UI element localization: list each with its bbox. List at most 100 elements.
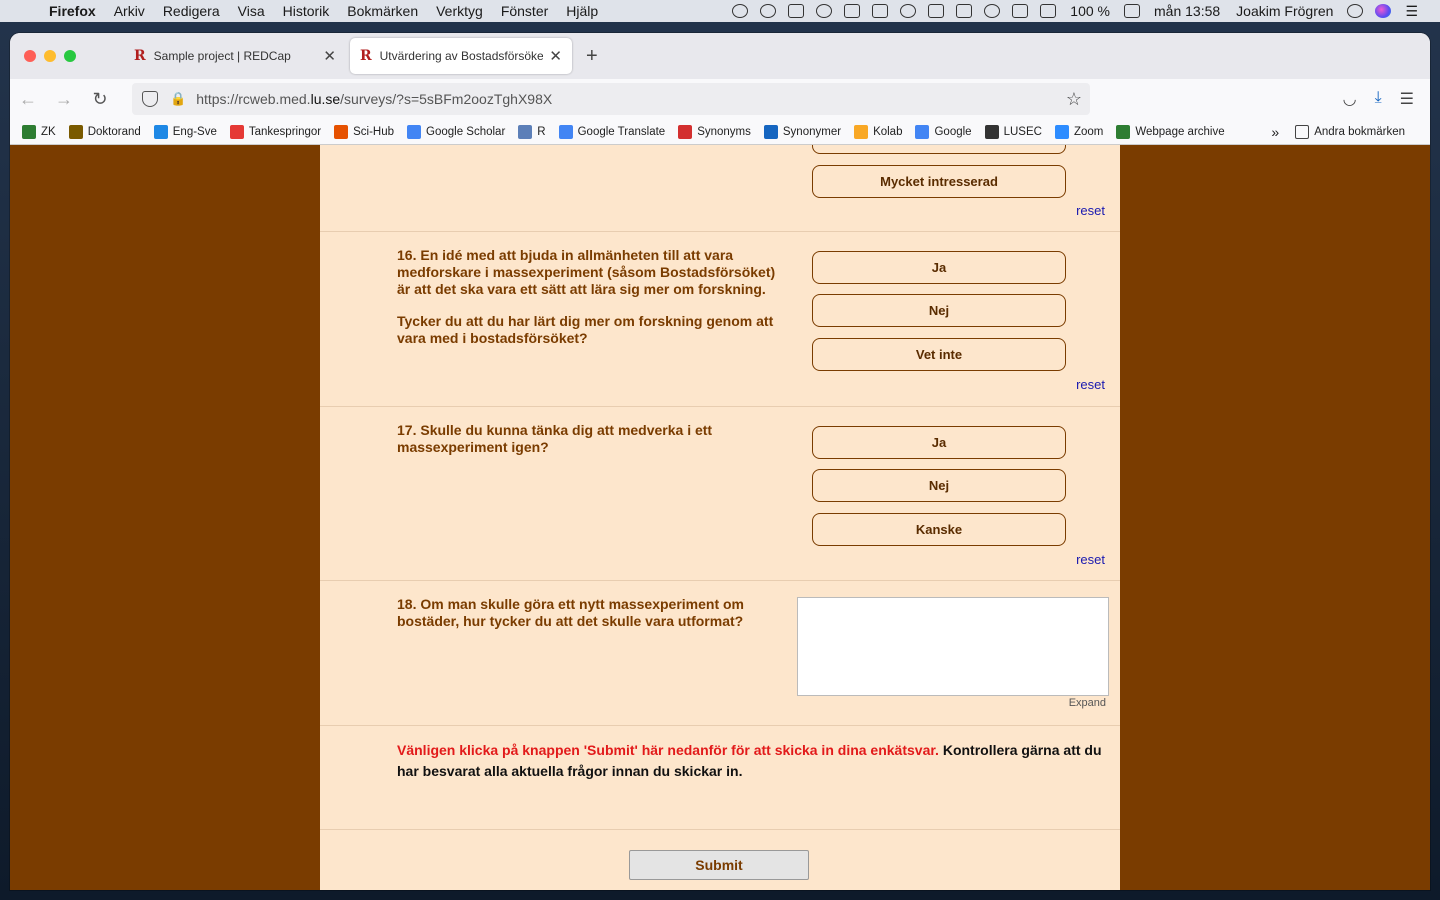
url-bar[interactable]: 🔒 https://rcweb.med.lu.se/surveys/?s=5sB…: [132, 83, 1090, 115]
url-text[interactable]: https://rcweb.med.lu.se/surveys/?s=5sBFm…: [196, 91, 552, 107]
reset-link[interactable]: reset: [1076, 203, 1105, 218]
page-background: Mycket intresserad reset 16. En idé med …: [10, 145, 1430, 890]
bookmark-star-icon[interactable]: ☆: [1066, 89, 1082, 110]
bluetooth-icon[interactable]: [928, 4, 945, 18]
bookmark-synonymer[interactable]: Synonymer: [763, 124, 842, 139]
clock[interactable]: mån 13:58: [1146, 3, 1228, 19]
menu-arkiv[interactable]: Arkiv: [105, 3, 154, 19]
choice-nej[interactable]: Nej: [812, 294, 1066, 327]
user-name[interactable]: Joakim Frögren: [1228, 3, 1341, 19]
forward-icon[interactable]: →: [46, 89, 82, 110]
bookmark-google-scholar[interactable]: Google Scholar: [407, 124, 505, 139]
bookmark-label: Synonymer: [782, 125, 842, 138]
minimize-window-button[interactable]: [44, 50, 56, 62]
close-tab-icon[interactable]: ✕: [323, 47, 336, 65]
control-center-icon[interactable]: ☰: [1397, 3, 1426, 20]
bookmark-google-translate[interactable]: Google Translate: [558, 124, 665, 139]
bookmark-kolab[interactable]: Kolab: [854, 124, 902, 139]
choice-ja[interactable]: Ja: [812, 251, 1066, 284]
bookmark-label: Google: [934, 125, 972, 138]
menu-visa[interactable]: Visa: [229, 3, 274, 19]
zk-icon: [22, 124, 36, 139]
back-icon[interactable]: ←: [10, 89, 46, 110]
bookmark-webpage-archive[interactable]: Webpage archive: [1116, 124, 1225, 139]
bookmark-r[interactable]: R: [518, 124, 546, 139]
lock-icon[interactable]: 🔒: [170, 91, 186, 107]
syn-icon: [763, 124, 778, 139]
new-tab-icon[interactable]: +: [586, 45, 598, 68]
menu-bokmarken[interactable]: Bokmärken: [338, 3, 427, 19]
siri-icon[interactable]: [1375, 4, 1392, 18]
elephant-icon[interactable]: [872, 4, 889, 18]
bookmarks-toolbar: ZK Doktorand Eng-Sve Tankespringor Sci-Hub Go…: [10, 119, 1430, 145]
close-window-button[interactable]: [24, 50, 36, 62]
bookmark-synonyms[interactable]: Synonyms: [678, 124, 751, 139]
calendar-icon[interactable]: [1040, 4, 1057, 18]
battery-percent[interactable]: 100 %: [1062, 3, 1118, 19]
reload-icon[interactable]: ↻: [82, 89, 118, 110]
window-icon[interactable]: [844, 4, 861, 18]
menu-historik[interactable]: Historik: [274, 3, 339, 19]
google-icon: [915, 124, 930, 139]
chevron-right-icon[interactable]: »: [1271, 124, 1279, 140]
submit-notice: Vänligen klicka på knappen 'Submit' här …: [320, 726, 1120, 830]
zoom-icon: [1054, 124, 1069, 139]
bookmark-lusec[interactable]: LUSEC: [984, 124, 1042, 139]
bookmark-sci-hub[interactable]: Sci-Hub: [334, 124, 395, 139]
reset-link[interactable]: reset: [1076, 377, 1105, 392]
choice-ja[interactable]: Ja: [812, 426, 1066, 459]
choice-partial[interactable]: [812, 145, 1066, 154]
choice-vet-inte[interactable]: Vet inte: [812, 338, 1066, 371]
wifi-icon[interactable]: [984, 4, 1001, 18]
tab-sample-project[interactable]: R Sample project | REDCap ✕: [124, 38, 346, 74]
folder-icon: [1295, 124, 1310, 139]
pocket-icon[interactable]: ◡: [1343, 89, 1357, 109]
choice-nej[interactable]: Nej: [812, 469, 1066, 502]
answer-textarea[interactable]: [797, 597, 1109, 696]
menu-verktyg[interactable]: Verktyg: [427, 3, 492, 19]
tab-title: Utvärdering av Bostadsförsöket: [379, 49, 544, 63]
bookmark-tankespringor[interactable]: Tankespringor: [229, 124, 321, 139]
bookmark-label: LUSEC: [1003, 125, 1042, 138]
other-bookmarks[interactable]: Andra bokmärken: [1295, 124, 1405, 139]
volume-icon[interactable]: [1012, 4, 1029, 18]
menu-app[interactable]: Firefox: [40, 3, 105, 19]
bookmark-zk[interactable]: ZK: [22, 124, 56, 139]
battery-icon[interactable]: [1124, 4, 1140, 18]
archive-icon: [1116, 124, 1131, 139]
bookmark-doktorand[interactable]: Doktorand: [68, 124, 141, 139]
question-17: 17. Skulle du kunna tänka dig att medver…: [320, 407, 1120, 581]
tracking-shield-icon[interactable]: [142, 91, 158, 107]
sync-icon[interactable]: [760, 4, 777, 18]
bookmark-zoom[interactable]: Zoom: [1054, 124, 1104, 139]
search-icon[interactable]: [1347, 4, 1364, 18]
zoom-window-button[interactable]: [64, 50, 76, 62]
choice-kanske[interactable]: Kanske: [812, 513, 1066, 546]
question-text: 17. Skulle du kunna tänka dig att medver…: [397, 422, 713, 455]
time-machine-icon[interactable]: [900, 4, 917, 18]
reset-link[interactable]: reset: [1076, 552, 1105, 567]
bookmark-eng-sve[interactable]: Eng-Sve: [153, 124, 217, 139]
menu-hjalp[interactable]: Hjälp: [557, 3, 607, 19]
notice-text: Vänligen klicka på knappen 'Submit' här …: [397, 742, 1102, 779]
bookmark-label: Sci-Hub: [353, 125, 395, 138]
redcap-icon: R: [134, 48, 146, 64]
cloud-icon[interactable]: [732, 4, 749, 18]
choice-mycket-intresserad[interactable]: Mycket intresserad: [812, 165, 1066, 198]
usb-icon[interactable]: [788, 4, 805, 18]
bookmarks-overflow: » Andra bokmärken: [1271, 124, 1430, 140]
keyboard-icon[interactable]: [956, 4, 973, 18]
question-15: Mycket intresserad reset: [320, 145, 1120, 232]
expand-link[interactable]: Expand: [1069, 697, 1106, 709]
bookmark-label: R: [537, 125, 546, 138]
menu-fonster[interactable]: Fönster: [492, 3, 557, 19]
menu-redigera[interactable]: Redigera: [154, 3, 229, 19]
bookmark-label: Zoom: [1073, 125, 1104, 138]
bookmark-google[interactable]: Google: [915, 124, 972, 139]
menu-icon[interactable]: ☰: [1400, 89, 1414, 109]
submit-button[interactable]: Submit: [629, 850, 809, 880]
download-icon[interactable]: ⤓: [1375, 89, 1382, 109]
close-tab-icon[interactable]: ✕: [549, 47, 562, 65]
gear-icon[interactable]: [816, 4, 833, 18]
tab-survey[interactable]: R Utvärdering av Bostadsförsöket ✕: [350, 38, 572, 74]
